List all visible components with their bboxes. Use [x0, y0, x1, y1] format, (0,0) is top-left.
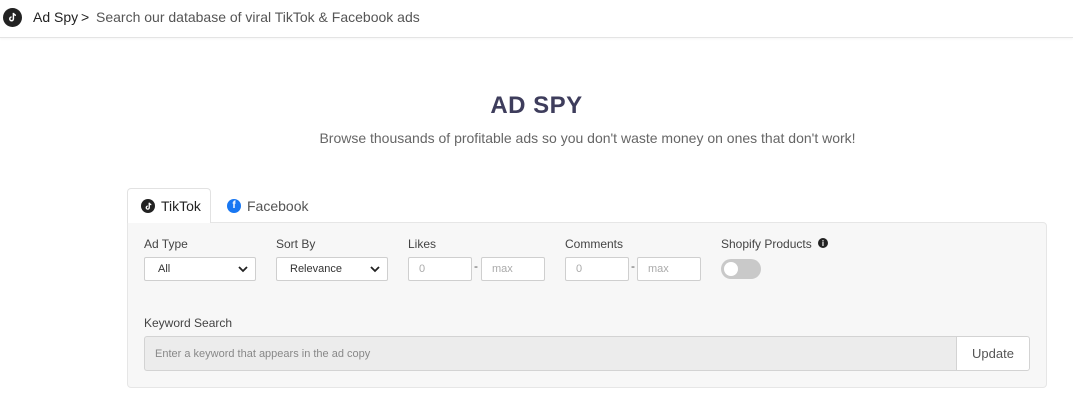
toggle-knob	[724, 262, 738, 276]
keyword-search-input[interactable]	[144, 336, 957, 371]
tab-facebook[interactable]: f Facebook	[227, 188, 308, 223]
likes-min-input[interactable]	[408, 257, 472, 281]
shopify-products-toggle[interactable]	[721, 259, 761, 279]
sort-by-label: Sort By	[276, 237, 316, 251]
shopify-products-label: Shopify Products	[721, 237, 812, 251]
likes-range-dash: -	[474, 259, 478, 273]
info-icon[interactable]: i	[818, 238, 828, 248]
comments-range-dash: -	[631, 259, 635, 273]
ad-type-value: All	[158, 263, 171, 275]
tiktok-icon	[141, 199, 155, 213]
ad-type-label: Ad Type	[144, 237, 188, 251]
likes-label: Likes	[408, 237, 437, 251]
keyword-search-label: Keyword Search	[144, 316, 233, 330]
chevron-down-icon	[370, 266, 380, 273]
tab-tiktok-label: TikTok	[161, 198, 201, 214]
top-bar: Ad Spy > Search our database of viral Ti…	[0, 0, 1073, 38]
facebook-icon: f	[227, 198, 241, 213]
chevron-down-icon	[238, 266, 248, 273]
tab-facebook-label: Facebook	[247, 197, 309, 214]
tab-tiktok[interactable]: TikTok	[127, 188, 211, 223]
breadcrumb-separator: >	[81, 9, 90, 25]
sort-by-select[interactable]: Relevance	[276, 257, 388, 281]
breadcrumb-root[interactable]: Ad Spy	[33, 9, 78, 25]
breadcrumb-description: Search our database of viral TikTok & Fa…	[96, 9, 420, 25]
page-title: AD SPY	[490, 92, 583, 119]
sort-by-value: Relevance	[290, 263, 342, 275]
comments-max-input[interactable]	[637, 257, 701, 281]
comments-label: Comments	[565, 237, 624, 251]
comments-min-input[interactable]	[565, 257, 629, 281]
ad-type-select[interactable]: All	[144, 257, 256, 281]
update-button[interactable]: Update	[956, 336, 1030, 371]
tiktok-icon[interactable]	[3, 8, 22, 27]
page-subtitle: Browse thousands of profitable ads so yo…	[319, 130, 856, 146]
likes-max-input[interactable]	[481, 257, 545, 281]
